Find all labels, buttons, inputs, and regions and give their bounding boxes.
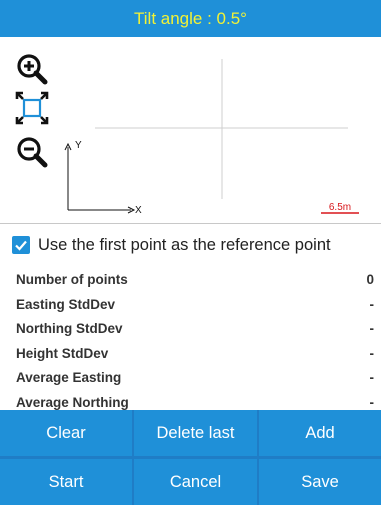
plot-canvas: Y X 6.5m <box>64 59 359 216</box>
start-button[interactable]: Start <box>0 459 132 505</box>
stat-average-easting: Average Easting - <box>16 370 374 385</box>
cancel-button[interactable]: Cancel <box>134 459 257 505</box>
reference-point-checkbox[interactable] <box>12 236 30 254</box>
action-buttons: Clear Delete last Add Start Cancel Save <box>0 410 381 505</box>
add-button[interactable]: Add <box>259 410 381 456</box>
stat-height-stddev: Height StdDev - <box>16 345 374 361</box>
plot-area[interactable]: Y X 6.5m <box>0 37 381 223</box>
reference-point-option[interactable]: Use the first point as the reference poi… <box>12 232 331 258</box>
divider <box>0 223 381 224</box>
stat-northing-stddev: Northing StdDev - <box>16 321 374 336</box>
scale-bar-label: 6.5m <box>329 202 351 213</box>
stat-number-of-points: Number of points 0 <box>16 272 374 287</box>
statistics-list: Number of points 0 Easting StdDev - Nort… <box>0 268 381 415</box>
clear-button[interactable]: Clear <box>0 410 132 456</box>
x-axis-label: X <box>135 205 142 216</box>
title-bar: Tilt angle : 0.5° <box>0 0 381 37</box>
stat-easting-stddev: Easting StdDev - <box>16 296 374 312</box>
checkmark-icon <box>15 240 27 251</box>
y-axis-label: Y <box>75 140 82 151</box>
tilt-angle-title: Tilt angle : 0.5° <box>134 9 247 28</box>
delete-last-button[interactable]: Delete last <box>134 410 257 456</box>
reference-point-label: Use the first point as the reference poi… <box>38 235 331 254</box>
save-button[interactable]: Save <box>259 459 381 505</box>
